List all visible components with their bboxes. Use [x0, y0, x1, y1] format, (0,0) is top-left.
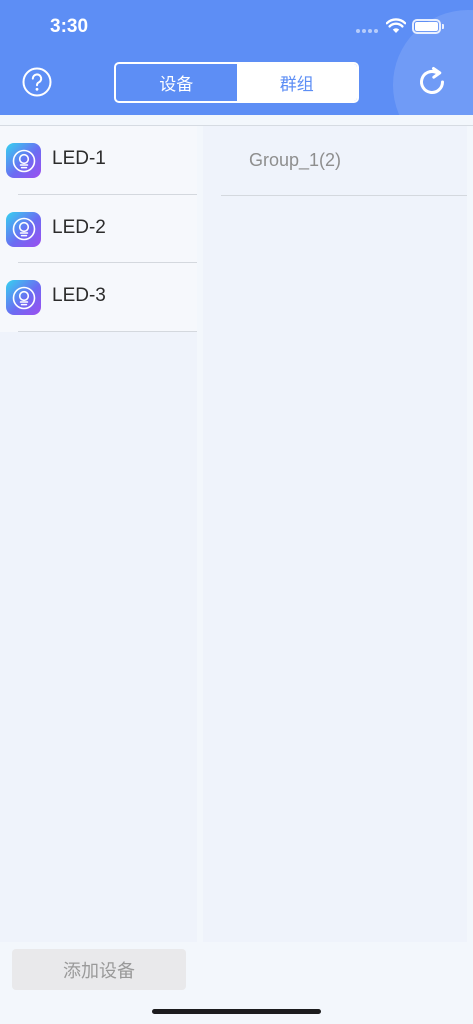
- device-panel: LED-1 LED-2 LED-3: [0, 126, 197, 942]
- wifi-icon: [386, 18, 406, 33]
- app-screen: 3:30 设备 群组 LED-1 LED-2 LED-3 Group_1(2) …: [0, 0, 473, 1024]
- device-label: LED-1: [52, 148, 106, 169]
- device-item-led-1[interactable]: LED-1: [0, 126, 197, 195]
- segment-control: 设备 群组: [114, 62, 359, 103]
- group-panel: Group_1(2): [203, 126, 467, 942]
- tab-groups[interactable]: 群组: [236, 64, 357, 101]
- list-separator: [18, 330, 197, 332]
- device-label: LED-3: [52, 285, 106, 306]
- cellular-signal-icon: [356, 29, 378, 33]
- led-device-icon: [6, 143, 41, 178]
- status-time: 3:30: [50, 16, 89, 37]
- device-item-led-3[interactable]: LED-3: [0, 263, 197, 332]
- group-label: Group_1(2): [249, 150, 342, 170]
- add-device-button[interactable]: 添加设备: [12, 949, 186, 990]
- group-item-group-1[interactable]: Group_1(2): [203, 126, 467, 196]
- device-list: LED-1 LED-2 LED-3: [0, 126, 197, 332]
- header-bar: 3:30 设备 群组: [0, 0, 473, 115]
- device-item-led-2[interactable]: LED-2: [0, 195, 197, 263]
- list-separator: [221, 195, 467, 196]
- tab-devices[interactable]: 设备: [116, 64, 237, 101]
- led-device-icon: [6, 280, 41, 315]
- home-indicator: [152, 1009, 321, 1014]
- refresh-icon[interactable]: [414, 64, 450, 100]
- device-label: LED-2: [52, 216, 106, 238]
- battery-icon: [412, 19, 444, 34]
- help-circle-icon[interactable]: [21, 66, 53, 98]
- led-device-icon: [6, 211, 41, 247]
